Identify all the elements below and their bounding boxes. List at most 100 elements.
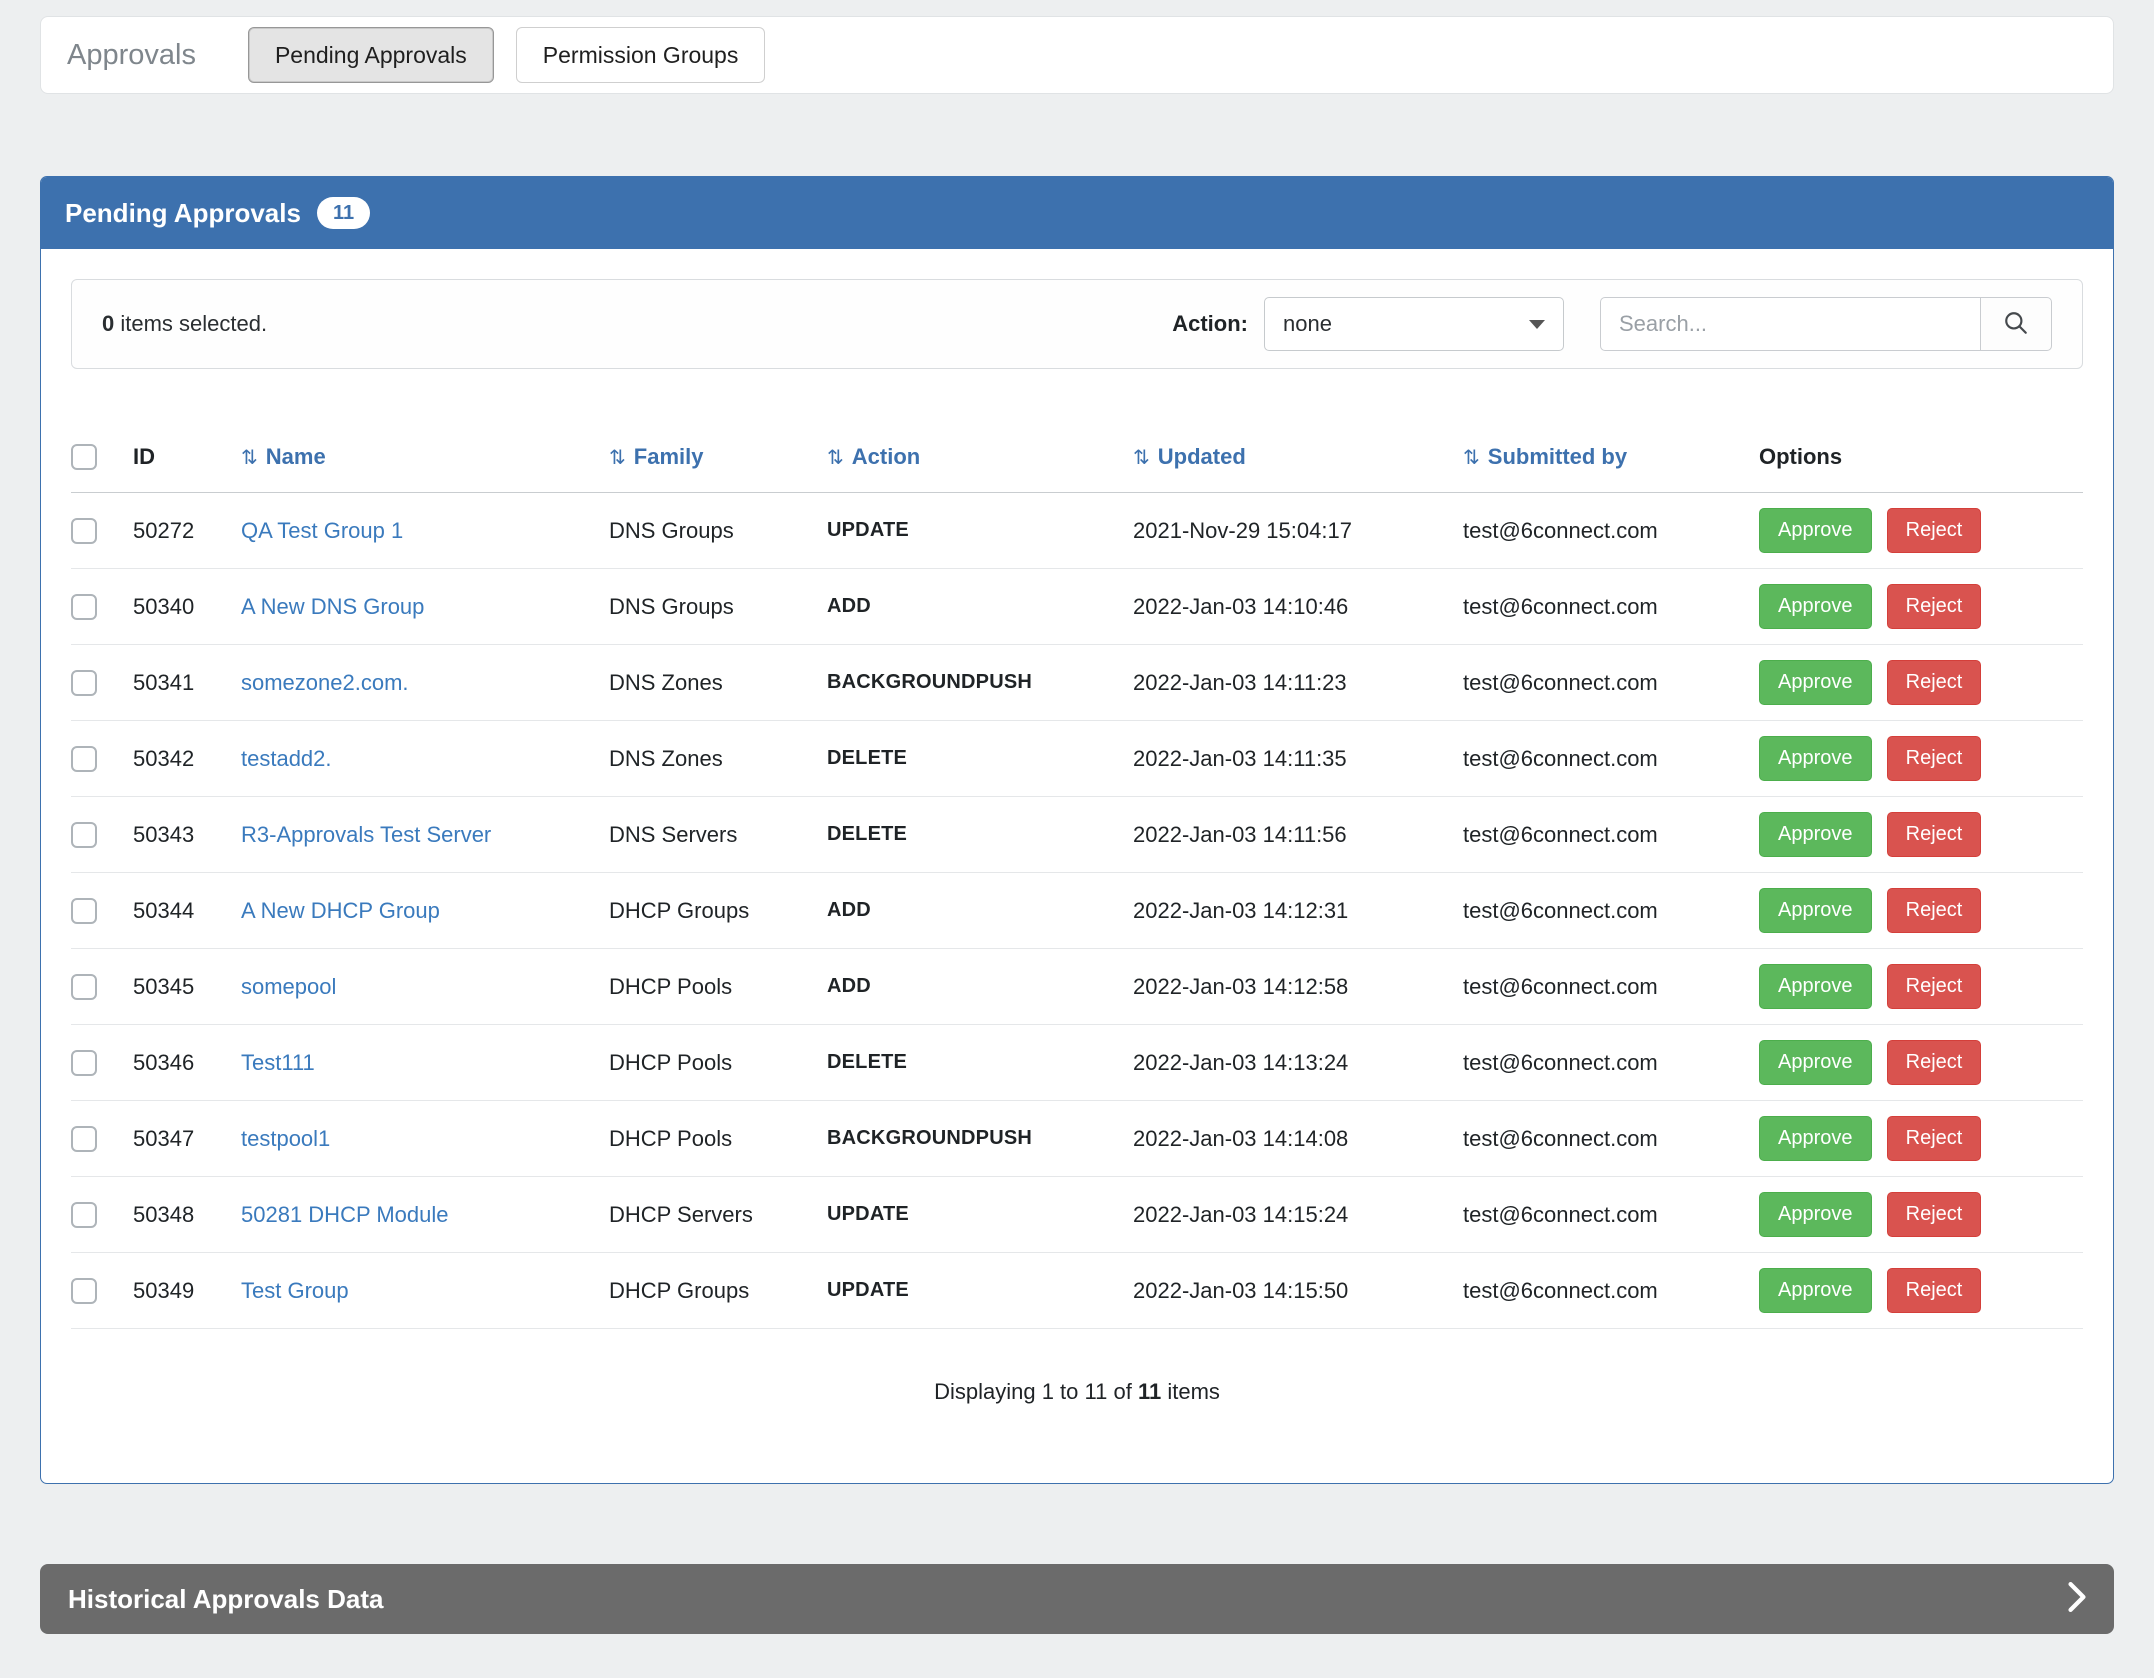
- row-updated: 2022-Jan-03 14:11:35: [1133, 721, 1463, 797]
- row-name-link[interactable]: Test111: [241, 1050, 315, 1075]
- approve-button[interactable]: Approve: [1759, 1040, 1872, 1085]
- reject-button[interactable]: Reject: [1887, 736, 1982, 781]
- column-header-submitted-by[interactable]: ⇅Submitted by: [1463, 425, 1759, 493]
- column-header-family[interactable]: ⇅Family: [609, 425, 827, 493]
- row-submitted-by: test@6connect.com: [1463, 949, 1759, 1025]
- column-header-updated[interactable]: ⇅Updated: [1133, 425, 1463, 493]
- row-family: DHCP Pools: [609, 949, 827, 1025]
- row-action: DELETE: [827, 797, 1133, 873]
- row-updated: 2022-Jan-03 14:15:50: [1133, 1253, 1463, 1329]
- reject-button[interactable]: Reject: [1887, 508, 1982, 553]
- approve-button[interactable]: Approve: [1759, 888, 1872, 933]
- pagination-count: 11: [1138, 1379, 1161, 1404]
- row-id: 50272: [133, 493, 241, 569]
- tab-permission-groups[interactable]: Permission Groups: [516, 27, 766, 83]
- search-icon: [2003, 310, 2029, 339]
- row-name-link[interactable]: somepool: [241, 974, 336, 999]
- approvals-table-body: 50272 QA Test Group 1 DNS Groups UPDATE …: [71, 493, 2083, 1329]
- table-row: 50348 50281 DHCP Module DHCP Servers UPD…: [71, 1177, 2083, 1253]
- row-updated: 2022-Jan-03 14:13:24: [1133, 1025, 1463, 1101]
- chevron-right-icon: [2068, 1582, 2086, 1617]
- row-action: ADD: [827, 569, 1133, 645]
- historical-approvals-title: Historical Approvals Data: [68, 1584, 383, 1615]
- row-checkbox[interactable]: [71, 1126, 97, 1152]
- reject-button[interactable]: Reject: [1887, 964, 1982, 1009]
- row-checkbox[interactable]: [71, 518, 97, 544]
- row-name-link[interactable]: Test Group: [241, 1278, 349, 1303]
- row-family: DHCP Pools: [609, 1025, 827, 1101]
- tab-pending-approvals[interactable]: Pending Approvals: [248, 27, 494, 83]
- row-action: UPDATE: [827, 493, 1133, 569]
- table-row: 50343 R3-Approvals Test Server DNS Serve…: [71, 797, 2083, 873]
- table-row: 50341 somezone2.com. DNS Zones BACKGROUN…: [71, 645, 2083, 721]
- reject-button[interactable]: Reject: [1887, 584, 1982, 629]
- action-select[interactable]: none: [1264, 297, 1564, 351]
- panel-header: Pending Approvals 11: [41, 177, 2113, 249]
- row-submitted-by: test@6connect.com: [1463, 569, 1759, 645]
- row-id: 50346: [133, 1025, 241, 1101]
- row-id: 50349: [133, 1253, 241, 1329]
- row-checkbox[interactable]: [71, 1278, 97, 1304]
- historical-approvals-bar[interactable]: Historical Approvals Data: [40, 1564, 2114, 1634]
- page-title: Approvals: [67, 39, 196, 72]
- approve-button[interactable]: Approve: [1759, 736, 1872, 781]
- row-checkbox[interactable]: [71, 1050, 97, 1076]
- row-updated: 2022-Jan-03 14:15:24: [1133, 1177, 1463, 1253]
- pagination-summary: Displaying 1 to 11 of 11 items: [71, 1379, 2083, 1405]
- top-bar: Approvals Pending Approvals Permission G…: [40, 16, 2114, 94]
- row-id: 50341: [133, 645, 241, 721]
- row-id: 50344: [133, 873, 241, 949]
- panel-title: Pending Approvals: [65, 198, 301, 229]
- approve-button[interactable]: Approve: [1759, 508, 1872, 553]
- reject-button[interactable]: Reject: [1887, 1192, 1982, 1237]
- approve-button[interactable]: Approve: [1759, 1116, 1872, 1161]
- row-id: 50347: [133, 1101, 241, 1177]
- row-submitted-by: test@6connect.com: [1463, 1177, 1759, 1253]
- row-name-link[interactable]: somezone2.com.: [241, 670, 409, 695]
- search-input[interactable]: [1600, 297, 1980, 351]
- row-checkbox[interactable]: [71, 974, 97, 1000]
- approve-button[interactable]: Approve: [1759, 660, 1872, 705]
- search-button[interactable]: [1980, 297, 2052, 351]
- reject-button[interactable]: Reject: [1887, 1116, 1982, 1161]
- reject-button[interactable]: Reject: [1887, 888, 1982, 933]
- row-submitted-by: test@6connect.com: [1463, 1101, 1759, 1177]
- reject-button[interactable]: Reject: [1887, 660, 1982, 705]
- row-name-link[interactable]: A New DHCP Group: [241, 898, 440, 923]
- row-action: UPDATE: [827, 1253, 1133, 1329]
- column-header-action[interactable]: ⇅Action: [827, 425, 1133, 493]
- column-header-id: ID: [133, 425, 241, 493]
- row-checkbox[interactable]: [71, 746, 97, 772]
- reject-button[interactable]: Reject: [1887, 1268, 1982, 1313]
- row-updated: 2022-Jan-03 14:14:08: [1133, 1101, 1463, 1177]
- column-header-name[interactable]: ⇅Name: [241, 425, 609, 493]
- row-submitted-by: test@6connect.com: [1463, 797, 1759, 873]
- row-checkbox[interactable]: [71, 822, 97, 848]
- reject-button[interactable]: Reject: [1887, 812, 1982, 857]
- row-updated: 2022-Jan-03 14:12:58: [1133, 949, 1463, 1025]
- reject-button[interactable]: Reject: [1887, 1040, 1982, 1085]
- approve-button[interactable]: Approve: [1759, 1192, 1872, 1237]
- table-row: 50346 Test111 DHCP Pools DELETE 2022-Jan…: [71, 1025, 2083, 1101]
- row-checkbox[interactable]: [71, 594, 97, 620]
- row-id: 50342: [133, 721, 241, 797]
- approve-button[interactable]: Approve: [1759, 584, 1872, 629]
- table-row: 50347 testpool1 DHCP Pools BACKGROUNDPUS…: [71, 1101, 2083, 1177]
- row-checkbox[interactable]: [71, 1202, 97, 1228]
- row-name-link[interactable]: QA Test Group 1: [241, 518, 403, 543]
- select-all-checkbox[interactable]: [71, 444, 97, 470]
- row-name-link[interactable]: 50281 DHCP Module: [241, 1202, 449, 1227]
- row-name-link[interactable]: testpool1: [241, 1126, 330, 1151]
- row-family: DNS Groups: [609, 569, 827, 645]
- selected-count: 0: [102, 311, 114, 336]
- approve-button[interactable]: Approve: [1759, 812, 1872, 857]
- row-checkbox[interactable]: [71, 670, 97, 696]
- approve-button[interactable]: Approve: [1759, 964, 1872, 1009]
- row-name-link[interactable]: A New DNS Group: [241, 594, 424, 619]
- row-family: DHCP Groups: [609, 873, 827, 949]
- approve-button[interactable]: Approve: [1759, 1268, 1872, 1313]
- row-name-link[interactable]: testadd2.: [241, 746, 332, 771]
- row-checkbox[interactable]: [71, 898, 97, 924]
- row-name-link[interactable]: R3-Approvals Test Server: [241, 822, 491, 847]
- row-updated: 2022-Jan-03 14:10:46: [1133, 569, 1463, 645]
